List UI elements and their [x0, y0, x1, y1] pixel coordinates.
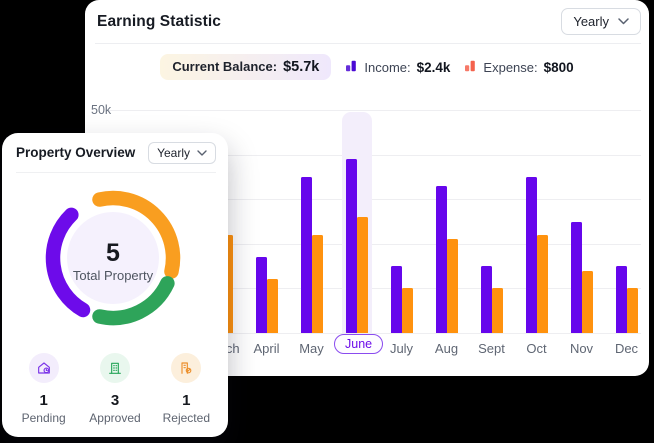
- property-overview-card: Property Overview Yearly 5 Total Propert…: [2, 133, 228, 437]
- total-property-value: 5: [33, 239, 193, 268]
- total-property-label: Total Property: [23, 268, 203, 283]
- property-card-header: Property Overview Yearly: [16, 133, 216, 173]
- gridline: [109, 110, 641, 111]
- bar-income-aug[interactable]: [436, 186, 447, 333]
- bar-income-april[interactable]: [256, 257, 267, 333]
- bar-income-july[interactable]: [391, 266, 402, 333]
- bar-income-sept[interactable]: [481, 266, 492, 333]
- bar-expense-dec[interactable]: [627, 288, 638, 333]
- bar-income-dec[interactable]: [616, 266, 627, 333]
- building-rejected-icon: [171, 353, 201, 383]
- bar-expense-nov[interactable]: [582, 271, 593, 333]
- bar-expense-june[interactable]: [357, 217, 368, 333]
- stat-rejected: 1 Rejected: [153, 353, 219, 425]
- house-pending-icon: [29, 353, 59, 383]
- xaxis-month-selected[interactable]: June: [334, 334, 383, 354]
- dashboard-stage: Earning Statistic Yearly Current Balance…: [0, 0, 654, 443]
- xaxis-month-label: Aug: [424, 341, 469, 356]
- bar-income-nov[interactable]: [571, 222, 582, 334]
- building-approved-icon: [100, 353, 130, 383]
- bar-expense-oct[interactable]: [537, 235, 548, 333]
- bar-expense-sept[interactable]: [492, 288, 503, 333]
- bar-income-may[interactable]: [301, 177, 312, 333]
- xaxis-month-label: Dec: [604, 341, 649, 356]
- stat-approved-value: 3: [111, 392, 119, 409]
- property-period-value: Yearly: [157, 146, 190, 160]
- xaxis-month-label: April: [244, 341, 289, 356]
- stat-rejected-label: Rejected: [163, 411, 210, 425]
- bar-expense-april[interactable]: [267, 279, 278, 333]
- bar-income-june[interactable]: [346, 159, 357, 333]
- xaxis-month-label: Oct: [514, 341, 559, 356]
- stat-approved: 3 Approved: [82, 353, 148, 425]
- stat-pending: 1 Pending: [11, 353, 77, 425]
- xaxis-month-label: Nov: [559, 341, 604, 356]
- bar-income-oct[interactable]: [526, 177, 537, 333]
- xaxis-month-label: Sept: [469, 341, 514, 356]
- property-stats-row: 1 Pending 3 Approved 1 Rej: [8, 353, 222, 425]
- stat-rejected-value: 1: [182, 392, 190, 409]
- stat-pending-label: Pending: [22, 411, 66, 425]
- bar-expense-may[interactable]: [312, 235, 323, 333]
- bar-expense-july[interactable]: [402, 288, 413, 333]
- bar-expense-aug[interactable]: [447, 239, 458, 333]
- property-card-title: Property Overview: [16, 145, 135, 160]
- xaxis-month-label: May: [289, 341, 334, 356]
- xaxis-month-label: June: [334, 334, 379, 354]
- xaxis-month-label: July: [379, 341, 424, 356]
- stat-approved-label: Approved: [89, 411, 140, 425]
- property-period-dropdown[interactable]: Yearly: [148, 142, 216, 164]
- chevron-down-icon: [197, 150, 207, 156]
- stat-pending-value: 1: [39, 392, 47, 409]
